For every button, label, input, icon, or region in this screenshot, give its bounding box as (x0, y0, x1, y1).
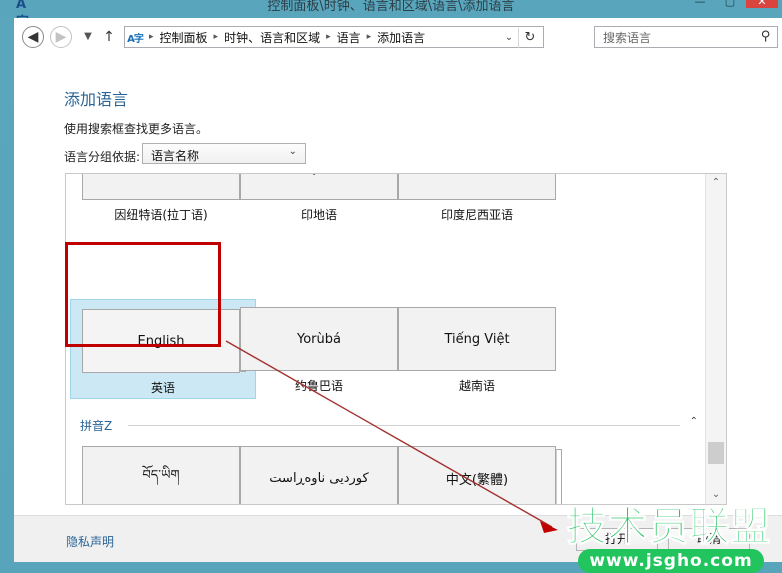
group-by-value: 语言名称 (151, 149, 200, 163)
language-list: Inuktitut 因纽特语(拉丁语) हिन्दी 印地语 Bahasa In… (65, 173, 727, 505)
breadcrumb-separator: ▸ (213, 32, 219, 42)
minimize-button[interactable]: — (686, 0, 714, 8)
cancel-button[interactable]: 取消 (668, 528, 750, 551)
language-list-scrollbar[interactable]: ⌃ ⌄ (705, 174, 726, 504)
language-tile-caption: 印地语 (300, 208, 337, 222)
group-by-select[interactable]: 语言名称 ⌄ (142, 143, 306, 164)
language-tile-caption: 因纽特语(拉丁语) (114, 208, 208, 222)
address-language-icon: A字 (127, 33, 144, 45)
language-tile-box: كوردیی ناوەڕاست (240, 446, 398, 504)
title-bar: A字 控制面板\时钟、语言和区域\语言\添加语言 — ▢ ✕ (0, 0, 782, 30)
language-tile-indonesian[interactable]: Bahasa Indonesia 印度尼西亚语 (386, 174, 586, 232)
group-header-rule (128, 425, 680, 426)
language-tile-box: हिन्दी (240, 174, 398, 200)
close-button[interactable]: ✕ (746, 0, 778, 8)
search-box[interactable]: ⚲ (594, 26, 778, 48)
open-button[interactable]: 打开 (576, 528, 658, 551)
back-icon[interactable]: ◀ (22, 26, 44, 48)
language-tile-caption: 越南语 (458, 379, 495, 393)
language-tile-caption: 印度尼西亚语 (440, 208, 513, 222)
group-header-title: 拼音Z (80, 419, 113, 433)
address-bar[interactable]: A字 ▸ 控制面板 ▸ 时钟、语言和区域 ▸ 语言 ▸ 添加语言 ⌄ ↻ (124, 26, 544, 48)
language-tile-box: Yorùbá (240, 307, 398, 371)
group-by-label: 语言分组依据: (64, 150, 141, 164)
language-tile-box: Tiếng Việt (398, 307, 556, 371)
language-tile-box: Bahasa Indonesia (398, 174, 556, 200)
scrollbar-thumb[interactable] (708, 442, 724, 464)
breadcrumb-item-control-panel[interactable]: 控制面板 (158, 29, 210, 46)
scroll-down-icon[interactable]: ⌄ (706, 486, 726, 504)
language-tile-box: English (82, 309, 246, 373)
language-tile-box: བོད་ཡིག (82, 446, 240, 504)
recent-locations-icon[interactable]: ▼ (80, 28, 96, 46)
breadcrumb-separator: ▸ (149, 32, 154, 42)
window-title: 控制面板\时钟、语言和区域\语言\添加语言 (267, 0, 515, 14)
page-subtitle: 使用搜索框查找更多语言。 (64, 122, 209, 136)
up-icon[interactable]: ↑ (100, 27, 118, 47)
language-scroll-area: Inuktitut 因纽特语(拉丁语) हिन्दी 印地语 Bahasa In… (66, 174, 706, 504)
privacy-statement-link[interactable]: 隐私声明 (66, 533, 114, 550)
window-frame: A字 控制面板\时钟、语言和区域\语言\添加语言 — ▢ ✕ ◀ ▶ ▼ ↑ A… (0, 0, 782, 573)
search-input[interactable] (601, 30, 745, 46)
breadcrumb-item-add-language[interactable]: 添加语言 (375, 29, 427, 46)
breadcrumb-separator: ▸ (326, 32, 331, 42)
navigation-bar: ◀ ▶ ▼ ↑ A字 ▸ 控制面板 ▸ 时钟、语言和区域 ▸ 语言 ▸ 添加语言… (14, 18, 782, 56)
content-pane: 添加语言 使用搜索框查找更多语言。 语言分组依据: 语言名称 ⌄ Inuktit… (14, 56, 782, 515)
footer-bar: 隐私声明 打开 取消 (14, 515, 782, 562)
search-icon[interactable]: ⚲ (761, 29, 771, 44)
breadcrumb-item-language[interactable]: 语言 (335, 29, 363, 46)
chevron-down-icon[interactable]: ⌄ (501, 30, 517, 46)
language-tile-chinese-traditional[interactable]: 中文(繁體) 中文(繁体) (386, 446, 586, 504)
refresh-icon[interactable]: ↻ (518, 28, 541, 48)
chevron-down-icon: ⌄ (288, 146, 297, 157)
chevron-up-icon[interactable]: ⌃ (690, 416, 698, 427)
language-tile-vietnamese[interactable]: Tiếng Việt 越南语 (386, 307, 586, 403)
forward-icon[interactable]: ▶ (50, 26, 72, 48)
language-tile-caption: 约鲁巴语 (294, 379, 343, 393)
breadcrumb-separator: ▸ (366, 32, 372, 42)
maximize-button[interactable]: ▢ (716, 0, 744, 8)
page-title: 添加语言 (64, 90, 129, 109)
scroll-up-icon[interactable]: ⌃ (706, 174, 726, 192)
language-tile-box: Inuktitut (82, 174, 240, 200)
group-header-pinyin-z[interactable]: 拼音Z ⌃ (66, 414, 706, 438)
breadcrumb-item-clock-language-region[interactable]: 时钟、语言和区域 (222, 29, 322, 46)
language-tile-box: 中文(繁體) (398, 446, 562, 504)
